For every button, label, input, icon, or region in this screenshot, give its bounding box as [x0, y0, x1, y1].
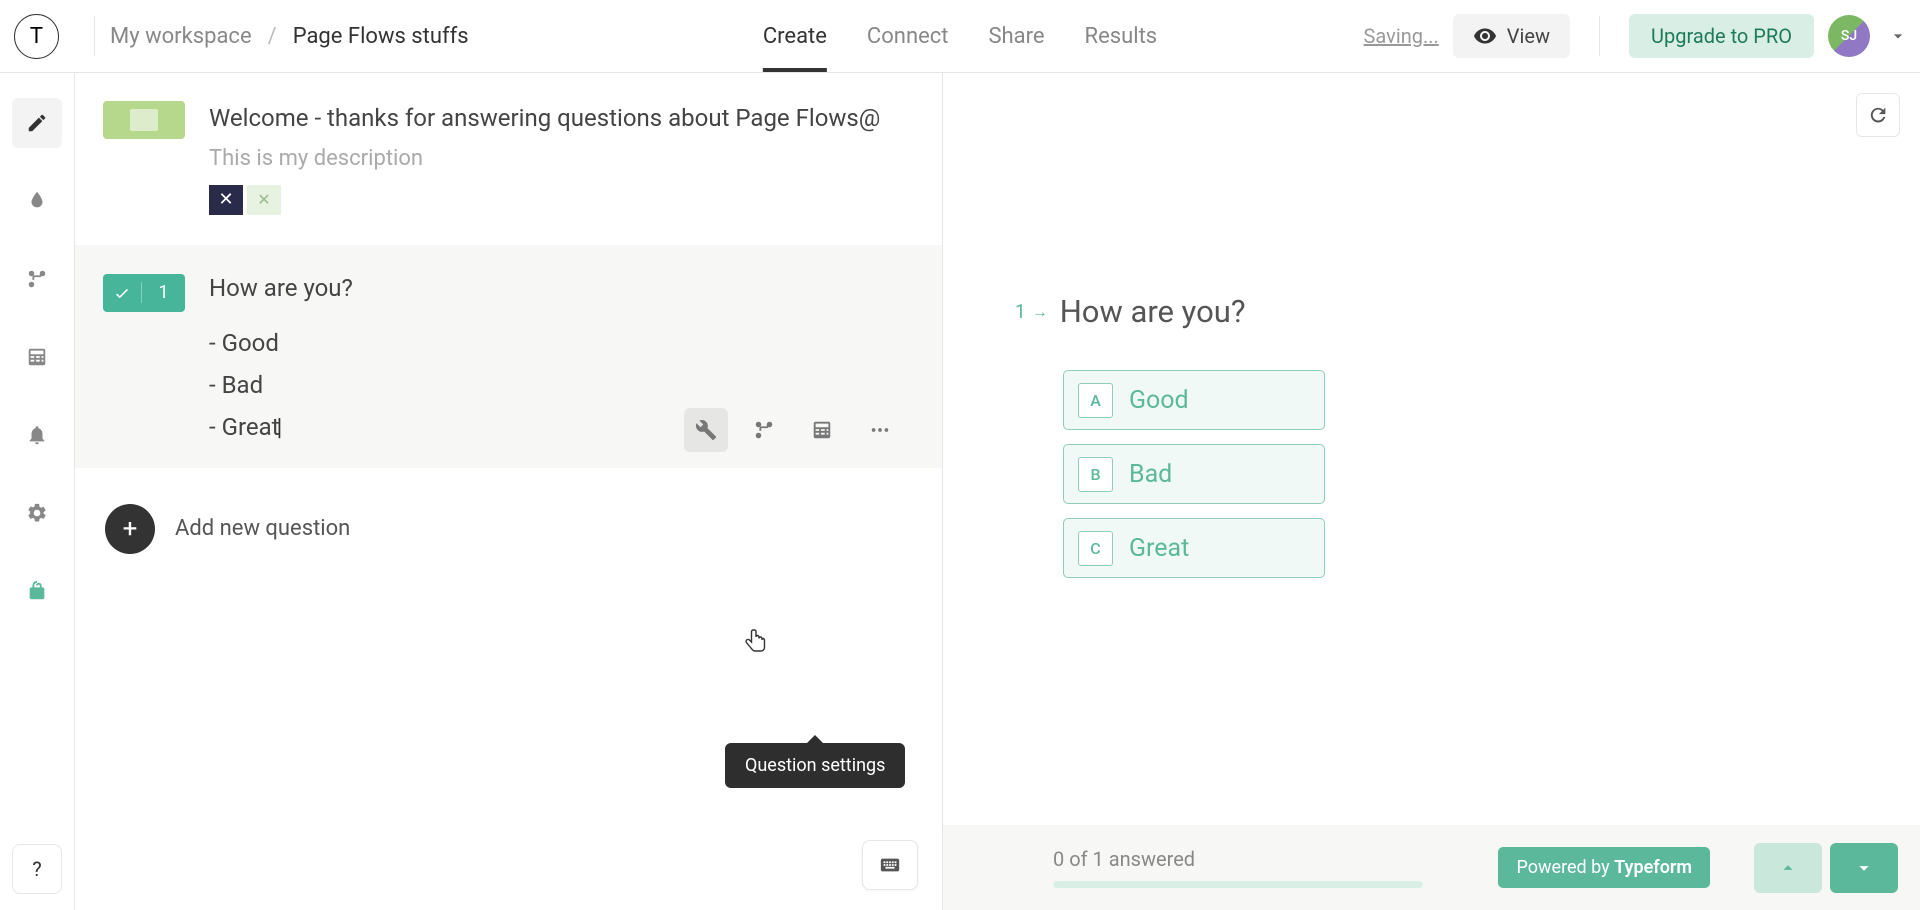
nav-down-button[interactable]	[1830, 843, 1898, 893]
tab-create[interactable]: Create	[763, 2, 827, 71]
eye-icon	[1473, 24, 1497, 48]
add-question-label: Add new question	[175, 516, 350, 541]
option-key: A	[1078, 383, 1113, 418]
welcome-description[interactable]: This is my description	[209, 146, 880, 171]
divider	[94, 16, 95, 56]
progress-bar	[1053, 881, 1423, 888]
upgrade-button[interactable]: Upgrade to PRO	[1629, 14, 1814, 58]
question-title[interactable]: How are you?	[209, 274, 912, 302]
tab-connect[interactable]: Connect	[867, 2, 949, 71]
view-label: View	[1507, 24, 1550, 48]
tab-results[interactable]: Results	[1085, 2, 1158, 71]
droplet-icon	[26, 190, 48, 212]
preview-question-title: How are you?	[1060, 293, 1246, 330]
question-block[interactable]: 1 How are you? - Good - Bad - Great	[75, 245, 942, 468]
refresh-preview-button[interactable]	[1856, 93, 1900, 137]
workspace-link[interactable]: My workspace	[110, 24, 252, 49]
preview-question-number: 1→	[1015, 300, 1048, 323]
keyboard-shortcuts-button[interactable]	[862, 840, 918, 890]
divider	[1599, 16, 1600, 56]
gear-icon	[26, 502, 48, 524]
project-name[interactable]: Page Flows stuffs	[293, 24, 469, 49]
progress-text: 0 of 1 answered	[1053, 847, 1423, 871]
question-settings-button[interactable]	[684, 408, 728, 452]
add-question-row[interactable]: + Add new question	[75, 468, 942, 590]
add-button[interactable]: +	[105, 504, 155, 554]
pencil-icon	[26, 112, 48, 134]
sidebar-logic[interactable]	[12, 254, 62, 304]
saving-status: Saving...	[1364, 24, 1439, 48]
tooltip: Question settings	[725, 743, 905, 788]
view-button[interactable]: View	[1453, 14, 1570, 58]
check-icon	[103, 274, 141, 312]
chevron-down-icon[interactable]	[1888, 26, 1908, 46]
avatar[interactable]: SJ	[1828, 15, 1870, 57]
chevron-down-icon	[1853, 857, 1875, 879]
welcome-screen-block[interactable]: Welcome - thanks for answering questions…	[75, 73, 942, 245]
question-logic-button[interactable]	[742, 408, 786, 452]
bell-icon	[26, 424, 48, 446]
more-icon	[869, 419, 891, 441]
question-calc-button[interactable]	[800, 408, 844, 452]
sidebar-design[interactable]	[12, 176, 62, 226]
calculator-icon	[26, 346, 48, 368]
sidebar-edit[interactable]	[12, 98, 62, 148]
wrench-icon	[695, 419, 717, 441]
preview-option[interactable]: B Bad	[1063, 444, 1325, 504]
question-number: 1	[141, 282, 185, 303]
option-label: Great	[1129, 534, 1189, 563]
preview-option[interactable]: C Great	[1063, 518, 1325, 578]
refresh-icon	[1867, 104, 1889, 126]
powered-by-badge[interactable]: Powered by Typeform	[1498, 847, 1710, 888]
sidebar-notifications[interactable]	[12, 410, 62, 460]
branch-icon	[26, 268, 48, 290]
sidebar-calculate[interactable]	[12, 332, 62, 382]
breadcrumb-separator: /	[268, 24, 277, 49]
unlock-icon	[26, 580, 48, 602]
question-badge: 1	[103, 274, 185, 312]
option-label: Good	[1129, 386, 1189, 415]
keyboard-icon	[876, 854, 904, 876]
arrow-right-icon: →	[1032, 302, 1048, 322]
chevron-up-icon	[1777, 857, 1799, 879]
tab-share[interactable]: Share	[988, 2, 1044, 71]
help-button[interactable]: ?	[12, 844, 62, 894]
welcome-title[interactable]: Welcome - thanks for answering questions…	[209, 101, 880, 136]
app-logo[interactable]: T	[14, 14, 59, 59]
sidebar-access[interactable]	[12, 566, 62, 616]
breadcrumb: My workspace / Page Flows stuffs	[110, 24, 469, 49]
image-thumb-remove[interactable]: ✕	[247, 185, 281, 215]
option-label: Bad	[1129, 460, 1172, 489]
calculator-icon	[811, 419, 833, 441]
nav-up-button[interactable]	[1754, 843, 1822, 893]
preview-option[interactable]: A Good	[1063, 370, 1325, 430]
image-thumb[interactable]: ✕	[209, 185, 243, 215]
welcome-badge-icon	[103, 101, 185, 139]
sidebar-settings[interactable]	[12, 488, 62, 538]
option-key: C	[1078, 531, 1113, 566]
option-key: B	[1078, 457, 1113, 492]
question-more-button[interactable]	[858, 408, 902, 452]
branch-icon	[753, 419, 775, 441]
